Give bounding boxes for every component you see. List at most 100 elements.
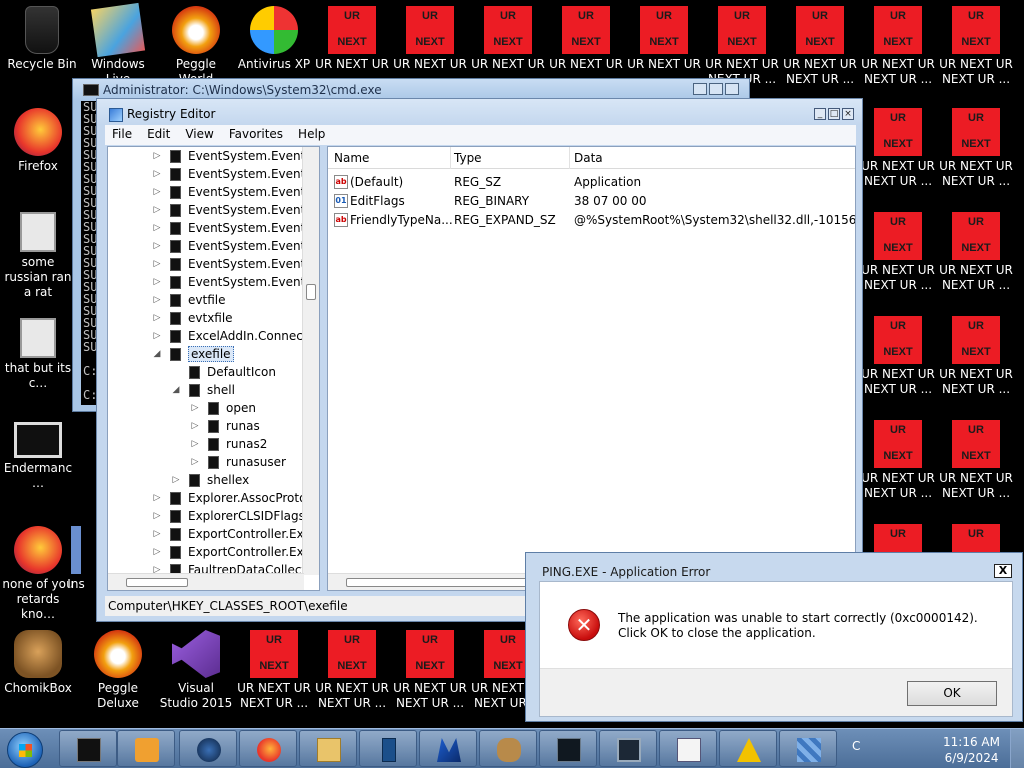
desktop-icon-ur-next[interactable]: URNEXTUR NEXT URNEXT UR ...: [704, 6, 780, 87]
collapsed-arrow-icon[interactable]: ▷: [152, 259, 162, 269]
desktop-icon[interactable]: ChomikBox: [0, 630, 76, 696]
desktop-icon-ur-next[interactable]: URNEXTUR NEXT URNEXT UR ...: [860, 6, 936, 87]
desktop-icon[interactable]: some russian ran a rat: [0, 212, 76, 300]
taskbar-app-window[interactable]: [659, 730, 717, 767]
collapsed-arrow-icon[interactable]: ▷: [152, 511, 162, 521]
desktop-icon-ur-next[interactable]: UR NEXT UR NEXT UR: [470, 6, 546, 72]
scroll-thumb[interactable]: [306, 284, 316, 300]
value-row[interactable]: 01 EditFlags REG_BINARY 38 07 00 00: [328, 192, 855, 211]
collapsed-arrow-icon[interactable]: ▷: [190, 439, 200, 449]
collapsed-arrow-icon[interactable]: ▷: [152, 151, 162, 161]
desktop-icon[interactable]: Visual Studio 2015: [158, 630, 234, 711]
taskbar-app-chomikbox[interactable]: [479, 730, 537, 767]
column-header-type[interactable]: Type: [454, 151, 482, 165]
expanded-arrow-icon[interactable]: ◢: [171, 385, 181, 395]
dialog-titlebar[interactable]: PING.EXE - Application Error X: [526, 553, 1022, 581]
desktop-icon[interactable]: Peggle World: [158, 6, 234, 87]
collapsed-arrow-icon[interactable]: ▷: [152, 277, 162, 287]
desktop-icon-ur-next[interactable]: URNEXTUR NEXT URNEXT UR ...: [860, 316, 936, 397]
desktop-icon[interactable]: that but its c…: [0, 318, 76, 391]
desktop-icon-ur-next[interactable]: UR NEXT UR NEXT UR: [314, 6, 390, 72]
desktop-icon-ur-next[interactable]: URNEXTUR NEXT URNEXT UR ...: [782, 6, 858, 87]
collapsed-arrow-icon[interactable]: ▷: [152, 331, 162, 341]
menu-view[interactable]: View: [178, 125, 221, 145]
desktop-icon[interactable]: Antivirus XP: [236, 6, 312, 72]
collapsed-arrow-icon[interactable]: ▷: [152, 295, 162, 305]
desktop-icon-ur-next[interactable]: URNEXTUR NEXT URNEXT UR ...: [938, 6, 1014, 87]
taskbar-app-warning[interactable]: [719, 730, 777, 767]
values-list[interactable]: Name Type Data ab (Default) REG_SZ Applicat…: [327, 146, 856, 591]
desktop-icon-ur-next[interactable]: URNEXTUR NEXT URNEXT UR ...: [860, 108, 936, 189]
minimize-button[interactable]: [693, 83, 707, 95]
taskbar-app-monitor[interactable]: [539, 730, 597, 767]
start-button[interactable]: [7, 732, 43, 768]
collapsed-arrow-icon[interactable]: ▷: [152, 187, 162, 197]
desktop-icon-ur-next[interactable]: UR NEXT UR NEXT UR: [548, 6, 624, 72]
menu-favorites[interactable]: Favorites: [222, 125, 291, 145]
taskbar-app-cubes[interactable]: [779, 730, 837, 767]
maximize-button[interactable]: □: [828, 108, 840, 120]
desktop-icon-ur-next[interactable]: UR NEXT UR NEXT UR: [392, 6, 468, 72]
collapsed-arrow-icon[interactable]: ▷: [152, 529, 162, 539]
system-clock[interactable]: 11:16 AM 6/9/2024: [943, 734, 1000, 766]
expanded-arrow-icon[interactable]: ◢: [152, 349, 162, 359]
desktop-icon-ur-next[interactable]: URNEXTUR NEXT URNEXT UR ...: [938, 108, 1014, 189]
error-dialog[interactable]: PING.EXE - Application Error X ✕ The app…: [525, 552, 1023, 722]
taskbar-app-malwarebytes[interactable]: [419, 730, 477, 767]
taskbar-app-explorer[interactable]: [299, 730, 357, 767]
collapsed-arrow-icon[interactable]: ▷: [152, 493, 162, 503]
close-button[interactable]: [725, 83, 739, 95]
close-button[interactable]: ×: [842, 108, 854, 120]
collapsed-arrow-icon[interactable]: ▷: [152, 205, 162, 215]
value-row[interactable]: ab (Default) REG_SZ Application: [328, 173, 855, 192]
desktop-icon[interactable]: Peggle Deluxe: [80, 630, 156, 711]
desktop-icon-ur-next[interactable]: URNEXTUR NEXT URNEXT UR ...: [392, 630, 468, 711]
menu-file[interactable]: File: [105, 125, 140, 145]
collapsed-arrow-icon[interactable]: ▷: [152, 169, 162, 179]
scroll-thumb[interactable]: [126, 578, 188, 587]
desktop-icon-ur-next[interactable]: URNEXTUR NEXT URNEXT UR ...: [860, 212, 936, 293]
collapsed-arrow-icon[interactable]: ▷: [190, 457, 200, 467]
taskbar-app-cmd[interactable]: [59, 730, 117, 767]
desktop-icon-ur-next[interactable]: URNEXTUR NEXT URNEXT UR ...: [314, 630, 390, 711]
desktop-icon-ur-next[interactable]: URNEXTUR NEXT URNEXT UR ...: [938, 316, 1014, 397]
desktop-icon-ur-next[interactable]: URNEXTUR NEXT URNEXT UR ...: [236, 630, 312, 711]
column-header-name[interactable]: Name: [334, 151, 369, 165]
value-row[interactable]: ab FriendlyTypeNa... REG_EXPAND_SZ @%System…: [328, 211, 855, 230]
registry-tree[interactable]: ▷ EventSystem.EventCla ▷ EventSystem.EventC…: [107, 146, 320, 591]
taskbar-app-media[interactable]: [117, 730, 175, 767]
desktop-icon[interactable]: Firefox: [0, 108, 76, 174]
desktop-icon-ur-next[interactable]: URNEXTUR NEXT URNEXT UR ...: [860, 420, 936, 501]
desktop-icon[interactable]: Windows Live: [80, 2, 156, 87]
collapsed-arrow-icon[interactable]: ▷: [190, 421, 200, 431]
menu-help[interactable]: Help: [291, 125, 333, 145]
desktop-icon-ur-next[interactable]: URNEXTUR NEXT URNEXT UR ...: [938, 212, 1014, 293]
dialog-close-button[interactable]: X: [994, 564, 1012, 578]
collapsed-arrow-icon[interactable]: ▷: [152, 547, 162, 557]
taskbar-app-regedit[interactable]: [599, 730, 657, 767]
collapsed-arrow-icon[interactable]: ▷: [152, 241, 162, 251]
desktop-icon-ur-next[interactable]: URNEXTUR NEXT URNEXT UR ...: [938, 420, 1014, 501]
collapsed-arrow-icon[interactable]: ▷: [190, 403, 200, 413]
maximize-button[interactable]: [709, 83, 723, 95]
column-header-data[interactable]: Data: [574, 151, 603, 165]
scroll-thumb[interactable]: [346, 578, 546, 587]
show-desktop-button[interactable]: [1010, 729, 1024, 768]
collapsed-arrow-icon[interactable]: ▷: [152, 223, 162, 233]
taskbar-app-phone[interactable]: [359, 730, 417, 767]
desktop-icon[interactable]: Ins: [64, 526, 88, 592]
desktop-icon[interactable]: Recycle Bin: [4, 6, 80, 72]
taskbar-app-firefox[interactable]: [239, 730, 297, 767]
minimize-button[interactable]: _: [814, 108, 826, 120]
menu-edit[interactable]: Edit: [140, 125, 178, 145]
collapsed-arrow-icon[interactable]: ▷: [152, 313, 162, 323]
ok-button[interactable]: OK: [907, 681, 997, 706]
desktop-icon-ur-next[interactable]: UR NEXT UR NEXT UR: [626, 6, 702, 72]
desktop-icon[interactable]: Endermanc…: [0, 422, 76, 491]
registry-editor-window[interactable]: Registry Editor _ □ × File Edit View Favori…: [96, 98, 863, 622]
tree-vertical-scrollbar[interactable]: [302, 147, 319, 575]
tree-horizontal-scrollbar[interactable]: [108, 573, 304, 590]
regedit-titlebar[interactable]: Registry Editor _ □ ×: [97, 99, 862, 125]
taskbar-app-globe[interactable]: [179, 730, 237, 767]
collapsed-arrow-icon[interactable]: ▷: [171, 475, 181, 485]
